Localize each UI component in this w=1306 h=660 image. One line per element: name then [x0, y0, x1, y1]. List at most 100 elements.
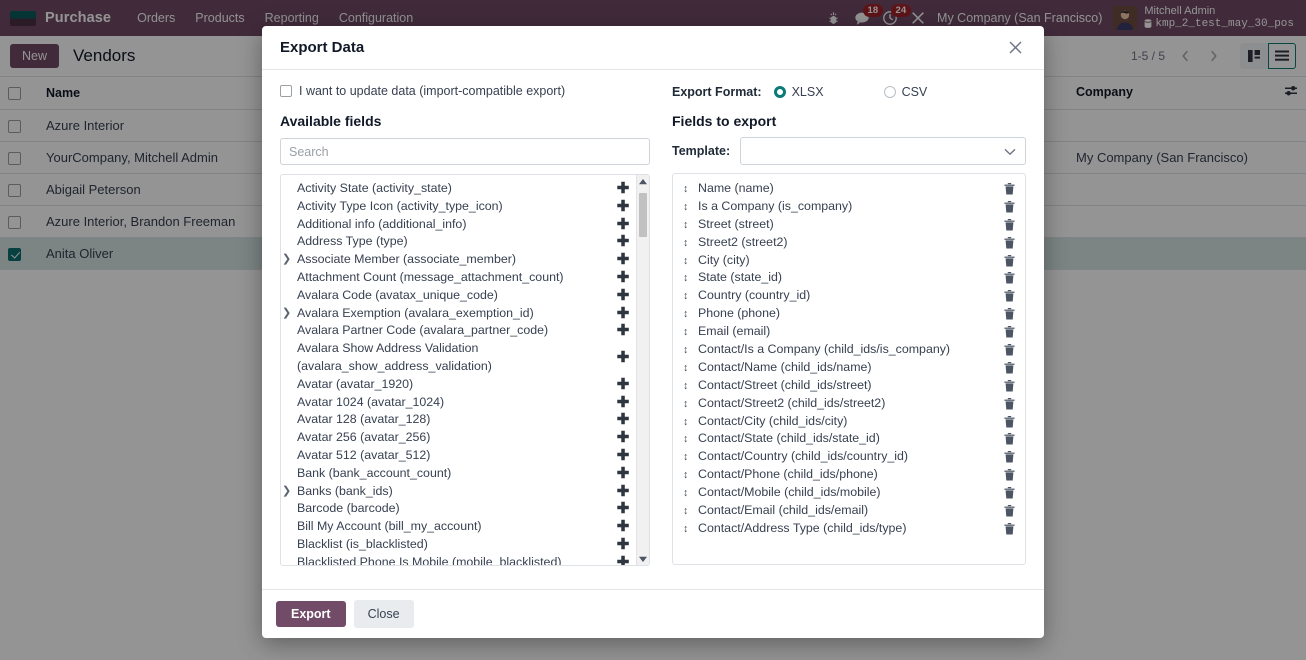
drag-handle-icon[interactable]: ↕	[683, 362, 692, 374]
drag-handle-icon[interactable]: ↕	[683, 344, 692, 356]
drag-handle-icon[interactable]: ↕	[683, 433, 692, 445]
delete-field-icon[interactable]	[1002, 487, 1016, 499]
available-field-item[interactable]: Avatar (avatar_1920) ✚	[281, 376, 636, 394]
add-field-icon[interactable]: ✚	[616, 483, 630, 501]
available-field-item[interactable]: ❯ Associate Member (associate_member) ✚	[281, 251, 636, 269]
delete-field-icon[interactable]	[1002, 236, 1016, 249]
add-field-icon[interactable]: ✚	[616, 216, 630, 234]
export-field-item[interactable]: ↕ Contact/Is a Company (child_ids/is_comp…	[673, 341, 1025, 359]
add-field-icon[interactable]: ✚	[616, 251, 630, 269]
drag-handle-icon[interactable]: ↕	[683, 326, 692, 338]
drag-handle-icon[interactable]: ↕	[683, 255, 692, 267]
add-field-icon[interactable]: ✚	[616, 322, 630, 340]
available-field-item[interactable]: Additional info (additional_info) ✚	[281, 216, 636, 234]
delete-field-icon[interactable]	[1002, 379, 1016, 392]
available-field-item[interactable]: ❯ Banks (bank_ids) ✚	[281, 483, 636, 501]
add-field-icon[interactable]: ✚	[616, 180, 630, 198]
available-field-item[interactable]: Blacklisted Phone Is Mobile (mobile_blac…	[281, 554, 636, 565]
drag-handle-icon[interactable]: ↕	[683, 523, 692, 535]
available-field-item[interactable]: Avatar 256 (avatar_256) ✚	[281, 429, 636, 447]
delete-field-icon[interactable]	[1002, 361, 1016, 374]
chevron-right-icon[interactable]: ❯	[282, 483, 291, 501]
scrollbar-thumb[interactable]	[639, 193, 647, 237]
delete-field-icon[interactable]	[1002, 200, 1016, 213]
cancel-button[interactable]: Close	[353, 600, 414, 628]
delete-field-icon[interactable]	[1002, 504, 1016, 517]
drag-handle-icon[interactable]: ↕	[683, 201, 692, 213]
available-field-item[interactable]: Avalara Partner Code (avalara_partner_co…	[281, 322, 636, 340]
available-field-item[interactable]: Avalara Code (avatax_unique_code) ✚	[281, 287, 636, 305]
available-field-item[interactable]: Bank (bank_account_count) ✚	[281, 465, 636, 483]
drag-handle-icon[interactable]: ↕	[683, 183, 692, 195]
drag-handle-icon[interactable]: ↕	[683, 469, 692, 481]
available-field-item[interactable]: Avatar 128 (avatar_128) ✚	[281, 411, 636, 429]
add-field-icon[interactable]: ✚	[616, 394, 630, 412]
delete-field-icon[interactable]	[1002, 433, 1016, 445]
drag-handle-icon[interactable]: ↕	[683, 380, 692, 392]
delete-field-icon[interactable]	[1002, 218, 1016, 231]
export-field-item[interactable]: ↕ State (state_id)	[673, 269, 1025, 287]
add-field-icon[interactable]: ✚	[616, 287, 630, 305]
radio-xlsx[interactable]	[773, 86, 786, 98]
delete-field-icon[interactable]	[1002, 522, 1016, 535]
add-field-icon[interactable]: ✚	[616, 411, 630, 429]
export-field-item[interactable]: ↕ Name (name)	[673, 180, 1025, 198]
drag-handle-icon[interactable]: ↕	[683, 451, 692, 463]
available-field-item[interactable]: ❯ Avalara Exemption (avalara_exemption_id…	[281, 305, 636, 323]
export-field-item[interactable]: ↕ Street2 (street2)	[673, 234, 1025, 252]
export-field-item[interactable]: ↕ Contact/City (child_ids/city)	[673, 413, 1025, 431]
export-field-item[interactable]: ↕ Contact/Street2 (child_ids/street2)	[673, 395, 1025, 413]
format-option-xlsx[interactable]: XLSX	[773, 85, 824, 99]
drag-handle-icon[interactable]: ↕	[683, 237, 692, 249]
available-field-item[interactable]: Blacklist (is_blacklisted) ✚	[281, 536, 636, 554]
update-data-checkbox-row[interactable]: I want to update data (import-compatible…	[280, 84, 672, 98]
delete-field-icon[interactable]	[1002, 182, 1016, 195]
delete-field-icon[interactable]	[1002, 451, 1016, 463]
drag-handle-icon[interactable]: ↕	[683, 398, 692, 410]
add-field-icon[interactable]: ✚	[616, 376, 630, 394]
export-field-item[interactable]: ↕ Email (email)	[673, 323, 1025, 341]
template-select[interactable]	[740, 137, 1026, 165]
export-field-item[interactable]: ↕ Contact/Mobile (child_ids/mobile)	[673, 484, 1025, 502]
add-field-icon[interactable]: ✚	[616, 429, 630, 447]
available-field-item[interactable]: Avatar 1024 (avatar_1024) ✚	[281, 394, 636, 412]
export-field-item[interactable]: ↕ Phone (phone)	[673, 305, 1025, 323]
delete-field-icon[interactable]	[1002, 469, 1016, 481]
add-field-icon[interactable]: ✚	[616, 340, 630, 375]
export-field-item[interactable]: ↕ Is a Company (is_company)	[673, 198, 1025, 216]
available-field-item[interactable]: Bill My Account (bill_my_account) ✚	[281, 518, 636, 536]
add-field-icon[interactable]: ✚	[616, 447, 630, 465]
export-field-item[interactable]: ↕ City (city)	[673, 252, 1025, 270]
update-data-checkbox[interactable]	[280, 85, 292, 97]
chevron-down-icon[interactable]	[1004, 144, 1016, 159]
chevron-right-icon[interactable]: ❯	[282, 305, 291, 323]
available-fields-scrollbar[interactable]	[636, 175, 649, 565]
export-field-item[interactable]: ↕ Contact/Country (child_ids/country_id)	[673, 448, 1025, 466]
scroll-up-icon[interactable]	[637, 175, 649, 188]
available-field-item[interactable]: Activity State (activity_state) ✚	[281, 180, 636, 198]
drag-handle-icon[interactable]: ↕	[683, 505, 692, 517]
available-field-item[interactable]: Activity Type Icon (activity_type_icon) ✚	[281, 198, 636, 216]
radio-csv[interactable]	[883, 86, 896, 98]
available-field-item[interactable]: Avalara Show Address Validation (avalara…	[281, 340, 636, 376]
export-field-item[interactable]: ↕ Contact/State (child_ids/state_id)	[673, 430, 1025, 448]
delete-field-icon[interactable]	[1002, 397, 1016, 410]
search-input[interactable]	[280, 138, 650, 165]
delete-field-icon[interactable]	[1002, 415, 1016, 428]
close-icon[interactable]	[1004, 37, 1026, 59]
add-field-icon[interactable]: ✚	[616, 500, 630, 518]
export-field-item[interactable]: ↕ Country (country_id)	[673, 287, 1025, 305]
delete-field-icon[interactable]	[1002, 343, 1016, 356]
export-field-item[interactable]: ↕ Contact/Street (child_ids/street)	[673, 377, 1025, 395]
add-field-icon[interactable]: ✚	[616, 465, 630, 483]
drag-handle-icon[interactable]: ↕	[683, 290, 692, 302]
delete-field-icon[interactable]	[1002, 272, 1016, 284]
delete-field-icon[interactable]	[1002, 290, 1016, 302]
add-field-icon[interactable]: ✚	[616, 269, 630, 287]
available-field-item[interactable]: Attachment Count (message_attachment_cou…	[281, 269, 636, 287]
available-field-item[interactable]: Address Type (type) ✚	[281, 233, 636, 251]
export-field-item[interactable]: ↕ Contact/Email (child_ids/email)	[673, 502, 1025, 520]
export-field-item[interactable]: ↕ Contact/Address Type (child_ids/type)	[673, 520, 1025, 538]
export-field-item[interactable]: ↕ Contact/Name (child_ids/name)	[673, 359, 1025, 377]
add-field-icon[interactable]: ✚	[616, 233, 630, 251]
